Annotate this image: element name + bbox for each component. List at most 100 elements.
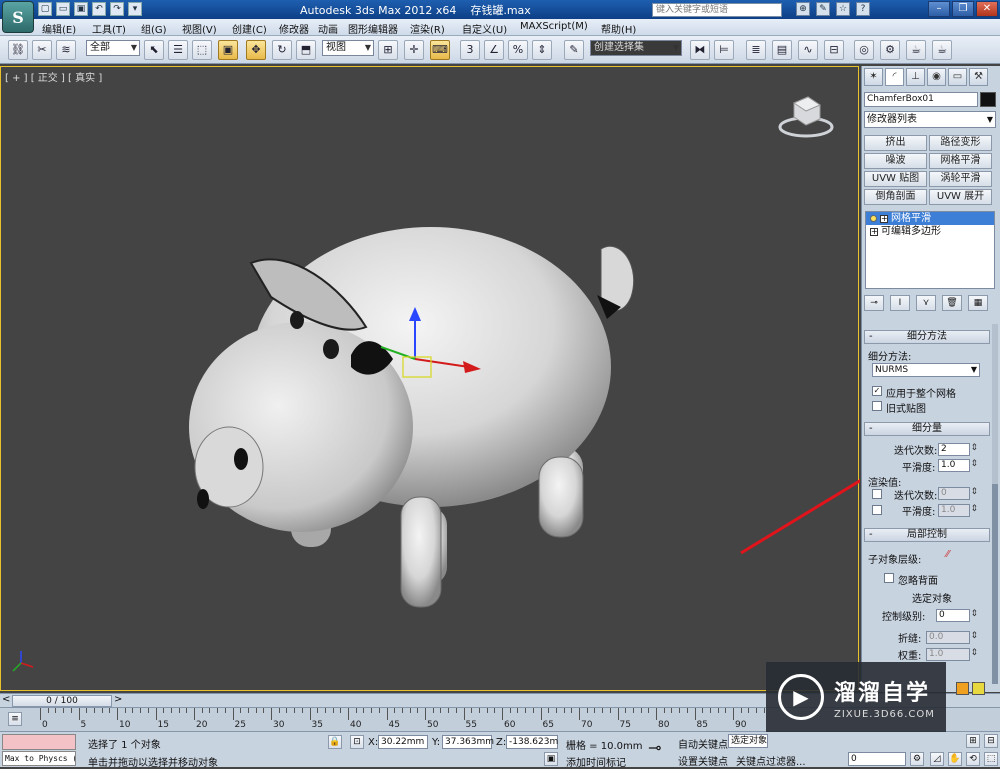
graphite-tools-icon[interactable]: ▤ xyxy=(772,40,792,60)
iterations-spinner[interactable]: 2 xyxy=(938,443,978,456)
zoom-all-icon[interactable]: ⊟ xyxy=(984,734,998,748)
lock-selection-icon[interactable]: 🔒 xyxy=(328,735,342,749)
menu-group[interactable]: 组(G) xyxy=(141,21,167,36)
render-setup-icon[interactable]: ⚙ xyxy=(880,40,900,60)
stack-item-meshsmooth[interactable]: + 网格平滑 xyxy=(866,212,994,225)
rollout-subdivision-amount[interactable]: 细分量 xyxy=(864,422,990,436)
orbit-icon[interactable]: ⟲ xyxy=(966,752,980,766)
old-style-mapping-checkbox[interactable] xyxy=(872,401,882,411)
menu-tools[interactable]: 工具(T) xyxy=(92,21,126,36)
modifier-path-deform-button[interactable]: 路径变形 xyxy=(929,135,992,151)
menu-modifiers[interactable]: 修改器 xyxy=(279,21,309,36)
save-icon[interactable]: ▣ xyxy=(74,2,88,16)
field-of-view-icon[interactable]: ◿ xyxy=(930,752,944,766)
maximize-viewport-icon[interactable]: ⬚ xyxy=(984,752,998,766)
time-prev-icon[interactable]: < xyxy=(2,694,10,705)
pin-stack-icon[interactable]: ⊸ xyxy=(864,295,884,311)
make-unique-icon[interactable]: ⋎ xyxy=(916,295,936,311)
keyboard-shortcut-icon[interactable]: ⌨ xyxy=(430,40,450,60)
render-smoothness-checkbox[interactable] xyxy=(872,505,882,515)
select-object-icon[interactable]: ⬉ xyxy=(144,40,164,60)
close-icon[interactable]: ✕ xyxy=(976,1,998,17)
frame-ruler[interactable]: 0 5 10 15 20 25 30 35 40 45 50 55 60 65 70 75 80 85 90 xyxy=(40,708,765,732)
yellow-swatch[interactable] xyxy=(972,682,985,695)
command-panel-scrollbar[interactable] xyxy=(992,324,998,684)
configure-sets-icon[interactable]: ▦ xyxy=(968,295,988,311)
modifier-noise-button[interactable]: 噪波 xyxy=(864,153,927,169)
time-slider[interactable]: 0 / 100 xyxy=(12,695,112,707)
redo-icon[interactable]: ↷ xyxy=(110,2,124,16)
menu-customize[interactable]: 自定义(U) xyxy=(462,21,507,36)
crease-spinner[interactable]: 0.0 xyxy=(926,631,978,644)
auto-key-button[interactable]: 自动关键点 xyxy=(678,736,728,751)
stack-item-editable-poly[interactable]: + 可编辑多边形 xyxy=(866,225,994,238)
modifier-bevel-profile-button[interactable]: 倒角剖面 xyxy=(864,189,927,205)
select-manipulate-icon[interactable]: ✛ xyxy=(404,40,424,60)
wrench-icon[interactable]: ✎ xyxy=(816,2,830,16)
render-smoothness-spinner[interactable]: 1.0 xyxy=(938,504,978,517)
create-tab-icon[interactable]: ✶ xyxy=(864,68,883,86)
remove-modifier-icon[interactable]: 🗑 xyxy=(942,295,962,311)
selection-filter-dropdown[interactable]: 全部 xyxy=(86,40,140,56)
menu-maxscript[interactable]: MAXScript(M) xyxy=(520,21,588,32)
maxscript-listener-output[interactable] xyxy=(2,734,76,750)
select-rotate-icon[interactable]: ↻ xyxy=(272,40,292,60)
render-iterations-spinner[interactable]: 0 xyxy=(938,487,978,500)
open-file-icon[interactable]: ▭ xyxy=(56,2,70,16)
align-icon[interactable]: ⊨ xyxy=(714,40,734,60)
lightbulb-icon[interactable] xyxy=(870,215,877,222)
weight-spinner[interactable]: 1.0 xyxy=(926,648,978,661)
select-scale-icon[interactable]: ⬒ xyxy=(296,40,316,60)
modifier-uvw-map-button[interactable]: UVW 贴图 xyxy=(864,171,927,187)
window-crossing-icon[interactable]: ▣ xyxy=(218,40,238,60)
schematic-view-icon[interactable]: ⊟ xyxy=(824,40,844,60)
modifier-extrude-button[interactable]: 挤出 xyxy=(864,135,927,151)
modifier-unwrap-uvw-button[interactable]: UVW 展开 xyxy=(929,189,992,205)
time-config-icon[interactable]: ⚙ xyxy=(910,752,924,766)
maxscript-listener-input[interactable]: Max to Physcs ( xyxy=(2,751,76,766)
rendered-frame-icon[interactable]: ☕ xyxy=(906,40,926,60)
expand-icon[interactable]: + xyxy=(870,227,878,236)
menu-help[interactable]: 帮助(H) xyxy=(601,21,636,36)
curve-editor-icon[interactable]: ∿ xyxy=(798,40,818,60)
spinner-snap-icon[interactable]: ⇕ xyxy=(532,40,552,60)
object-name-field[interactable]: ChamferBox01 xyxy=(864,92,978,107)
menu-create[interactable]: 创建(C) xyxy=(232,21,267,36)
search-input[interactable]: 键入关键字或短语 xyxy=(652,3,782,17)
layer-manager-icon[interactable]: ≣ xyxy=(746,40,766,60)
x-coordinate-field[interactable]: 30.22mm xyxy=(378,735,428,749)
y-coordinate-field[interactable]: 37.363mm xyxy=(442,735,494,749)
modifier-list-dropdown[interactable]: 修改器列表 xyxy=(864,111,996,128)
perspective-viewport[interactable]: [ + ] [ 正交 ] [ 真实 ] xyxy=(0,66,860,691)
new-file-icon[interactable]: ▢ xyxy=(38,2,52,16)
rect-selection-icon[interactable]: ⬚ xyxy=(192,40,212,60)
snaps-toggle-icon[interactable]: 3 xyxy=(460,40,480,60)
modifier-meshsmooth-button[interactable]: 网格平滑 xyxy=(929,153,992,169)
z-coordinate-field[interactable]: -138.623m xyxy=(506,735,558,749)
mini-curve-editor-icon[interactable]: ≡ xyxy=(8,712,22,726)
absolute-mode-icon[interactable]: ⊡ xyxy=(350,735,364,749)
menu-views[interactable]: 视图(V) xyxy=(182,21,217,36)
unlink-icon[interactable]: ✂ xyxy=(32,40,52,60)
utilities-tab-icon[interactable]: ⚒ xyxy=(969,68,988,86)
modify-tab-icon[interactable]: ◜ xyxy=(885,68,904,86)
qat-dropdown-icon[interactable]: ▾ xyxy=(128,2,142,16)
binoculars-icon[interactable]: ⊕ xyxy=(796,2,810,16)
mirror-icon[interactable]: ⧓ xyxy=(690,40,710,60)
bind-space-warp-icon[interactable]: ≋ xyxy=(56,40,76,60)
set-key-icon[interactable]: ⊸ xyxy=(648,738,661,757)
rollout-subdivision-method[interactable]: 细分方法 xyxy=(864,330,990,344)
minimize-icon[interactable]: – xyxy=(928,1,950,17)
menu-edit[interactable]: 编辑(E) xyxy=(42,21,76,36)
reference-coord-dropdown[interactable]: 视图 xyxy=(322,40,374,56)
undo-icon[interactable]: ↶ xyxy=(92,2,106,16)
zoom-extents-icon[interactable]: ⊞ xyxy=(966,734,980,748)
show-end-result-icon[interactable]: I xyxy=(890,295,910,311)
orange-swatch[interactable] xyxy=(956,682,969,695)
key-filters-button[interactable]: 关键点过滤器... xyxy=(736,753,806,768)
set-key-button[interactable]: 设置关键点 xyxy=(678,753,728,768)
application-button[interactable]: S xyxy=(2,1,34,33)
select-move-icon[interactable]: ✥ xyxy=(246,40,266,60)
named-selection-dropdown[interactable]: 创建选择集 xyxy=(590,40,682,56)
link-icon[interactable]: ⛓ xyxy=(8,40,28,60)
